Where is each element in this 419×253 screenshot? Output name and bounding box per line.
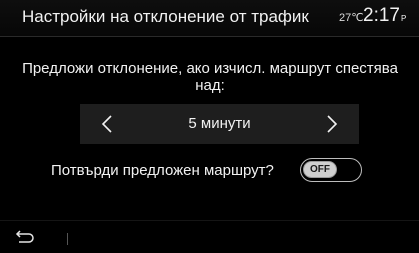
temperature-readout: 27℃ <box>339 12 364 24</box>
footer-separator <box>67 233 68 245</box>
clock: 2:17P <box>363 5 406 27</box>
next-value-button[interactable] <box>305 104 359 144</box>
chevron-right-icon <box>327 115 338 133</box>
back-arrow-icon <box>15 230 34 243</box>
back-button[interactable] <box>14 230 36 246</box>
selected-time-value: 5 минути <box>188 115 251 132</box>
prev-value-button[interactable] <box>80 104 134 144</box>
header-bar: Настройки на отклонение от трафик 27℃ 2:… <box>0 0 419 37</box>
clock-ampm: P <box>400 14 407 23</box>
chevron-left-icon <box>101 115 112 133</box>
page-title: Настройки на отклонение от трафик <box>22 7 309 26</box>
clock-time: 2:17 <box>363 5 400 26</box>
time-selector: 5 минути <box>80 104 359 144</box>
confirm-route-label: Потвърди предложен маршрут? <box>51 162 274 179</box>
footer-divider <box>0 220 419 221</box>
detour-question: Предложи отклонение, ако изчисл. маршрут… <box>22 60 398 94</box>
confirm-route-toggle[interactable]: OFF <box>300 158 362 182</box>
toggle-knob: OFF <box>303 161 337 178</box>
